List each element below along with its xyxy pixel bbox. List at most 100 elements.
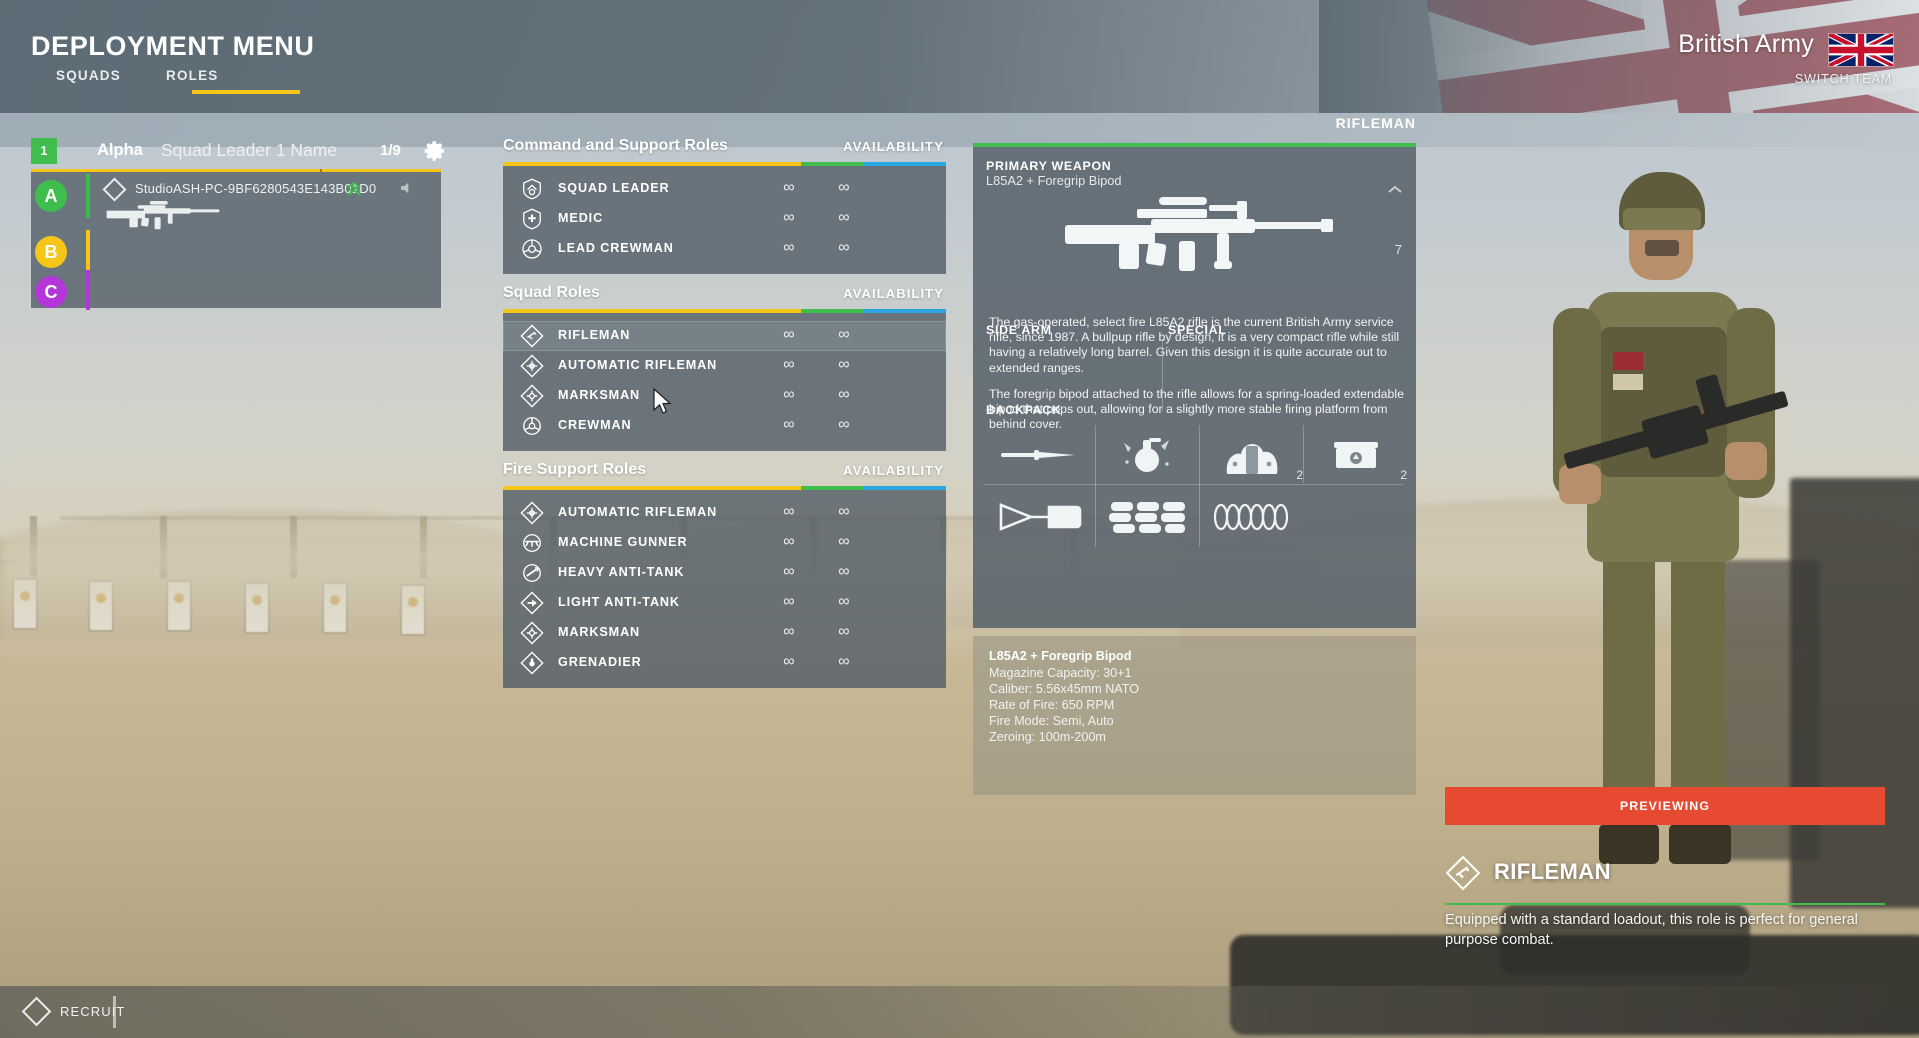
bottom-bar: RECRUIT [0,986,1919,1038]
role-availability-1: ∞ [783,326,795,343]
rifle-l85a2-icon [1065,197,1333,271]
role-row[interactable]: LIGHT ANTI-TANK ∞ ∞ [503,588,946,618]
tab-squads[interactable]: SQUADS [56,68,121,83]
backpack-item-shovel[interactable] [985,489,1095,545]
role-list: AUTOMATIC RIFLEMAN ∞ ∞ MACHINE GUNNER ∞ … [503,490,946,688]
role-row[interactable]: AUTOMATIC RIFLEMAN ∞ ∞ [503,351,946,381]
role-availability-2: ∞ [838,653,850,670]
role-name: HEAVY ANTI-TANK [558,565,685,579]
fireteam-badge-b[interactable]: B [35,236,67,268]
fireteam-badge-a[interactable]: A [35,180,67,212]
backpack-item-knife[interactable] [985,427,1095,483]
role-availability-1: ∞ [783,386,795,403]
role-name: LIGHT ANTI-TANK [558,595,680,609]
role-name: MEDIC [558,211,604,225]
role-availability-2: ∞ [838,386,850,403]
crewman-icon [523,417,541,435]
backpack-item-razor-wire[interactable] [1197,489,1307,545]
role-availability-2: ∞ [838,593,850,610]
backpack-item-ammo-bag[interactable]: 2 [1301,427,1411,483]
role-row[interactable]: MARKSMAN ∞ ∞ [503,618,946,648]
weapon-info-panel: L85A2 + Foregrip Bipod Magazine Capacity… [973,636,1416,795]
rifle-silhouette-icon [106,201,220,230]
union-jack-flag-icon [1828,33,1894,67]
backpack-item-frag-grenade[interactable] [1093,427,1203,483]
rifleman-icon [520,324,544,348]
role-row[interactable]: LEAD CREWMAN ∞ ∞ [503,234,946,264]
role-availability-2: ∞ [838,416,850,433]
role-row[interactable]: MARKSMAN ∞ ∞ [503,381,946,411]
medic-icon [523,208,541,230]
role-row[interactable]: MACHINE GUNNER ∞ ∞ [503,528,946,558]
weapon-stat: Zeroing: 100m-200m [989,730,1106,744]
fireteam-bar-a [86,174,90,218]
marksman-icon [520,621,544,645]
role-availability-2: ∞ [838,503,850,520]
role-name: CREWMAN [558,418,632,432]
chevron-up-icon[interactable] [1388,185,1402,194]
smoke-grenade-icon [1226,443,1278,474]
availability-header: AVAILABILITY [843,139,944,154]
fireteam-bar-b [86,230,90,270]
squad-number-badge: 1 [31,138,57,164]
shovel-icon [999,503,1082,531]
role-row-rifleman[interactable]: RIFLEMAN ∞ ∞ [503,321,946,351]
role-row[interactable]: GRENADIER ∞ ∞ [503,648,946,678]
availability-header: AVAILABILITY [843,286,944,301]
section-title: Command and Support Roles [503,137,728,154]
role-row[interactable]: MEDIC ∞ ∞ [503,204,946,234]
role-row[interactable]: HEAVY ANTI-TANK ∞ ∞ [503,558,946,588]
rifleman-icon [1445,855,1481,891]
section-title: Fire Support Roles [503,461,647,478]
role-availability-1: ∞ [783,593,795,610]
role-name: AUTOMATIC RIFLEMAN [558,505,718,519]
squad-leader-icon [523,178,541,200]
squad-member-row[interactable]: StudioASH-PC-9BF6280543E143B01D0 [102,174,441,230]
backpack-item-sandbags[interactable] [1093,489,1203,545]
role-row[interactable]: CREWMAN ∞ ∞ [503,411,946,441]
role-availability-2: ∞ [838,623,850,640]
primary-slot-count: 7 [1394,242,1402,257]
role-availability-2: ∞ [838,356,850,373]
fireteam-row-a[interactable]: A StudioASH-PC-9BF6280543E143B01D0 [31,174,441,230]
preview-role-name: RIFLEMAN [1494,859,1611,884]
gear-icon[interactable] [423,139,447,163]
role-availability-1: ∞ [783,623,795,640]
fireteam-badge-c[interactable]: C [35,276,67,308]
role-name: AUTOMATIC RIFLEMAN [558,358,718,372]
role-availability-2: ∞ [838,179,850,196]
speaker-icon[interactable] [399,180,415,196]
loadout-role-title: RIFLEMAN [1335,115,1416,131]
knife-icon [1001,450,1075,460]
role-name: RIFLEMAN [558,328,631,342]
grenadier-icon [520,651,544,675]
switch-team-button[interactable]: SWITCH TEAM [1795,72,1892,86]
previewing-button[interactable]: PREVIEWING [1445,787,1885,825]
automatic-rifleman-icon [520,501,544,525]
loadout-panel: RIFLEMAN PRIMARY WEAPON L85A2 + Foregrip… [973,115,1416,795]
tab-active-underline [192,90,300,94]
fireteam-row-c[interactable]: C [31,270,441,316]
weapon-stat: Rate of Fire: 650 RPM [989,698,1115,712]
role-name: GRENADIER [558,655,642,669]
preview-role-description: Equipped with a standard loadout, this r… [1445,912,1858,948]
role-availability-1: ∞ [783,239,795,256]
preview-accent-line [1445,903,1885,905]
backpack-item-smoke-grenade[interactable]: 2 [1197,427,1307,483]
role-list: RIFLEMAN ∞ ∞ AUTOMATIC RIFLEMAN ∞ ∞ MARK… [503,313,946,451]
role-availability-1: ∞ [783,533,795,550]
role-row[interactable]: AUTOMATIC RIFLEMAN ∞ ∞ [503,498,946,528]
role-name: MACHINE GUNNER [558,535,688,549]
role-row[interactable]: SQUAD LEADER ∞ ∞ [503,174,946,204]
squad-leader-name: Squad Leader 1 Name [161,140,338,160]
tab-roles[interactable]: ROLES [166,68,219,83]
marksman-icon [520,384,544,408]
role-availability-1: ∞ [783,356,795,373]
role-name: SQUAD LEADER [558,181,670,195]
frag-grenade-icon [1124,438,1169,472]
member-name: StudioASH-PC-9BF6280543E143B01D0 [135,181,377,196]
role-availability-1: ∞ [783,416,795,433]
weapon-description-paragraph: The foregrip bipod attached to the rifle… [989,387,1404,432]
role-name: LEAD CREWMAN [558,241,674,255]
top-bar: DEPLOYMENT MENU SQUADS ROLES British Arm… [0,0,1919,113]
